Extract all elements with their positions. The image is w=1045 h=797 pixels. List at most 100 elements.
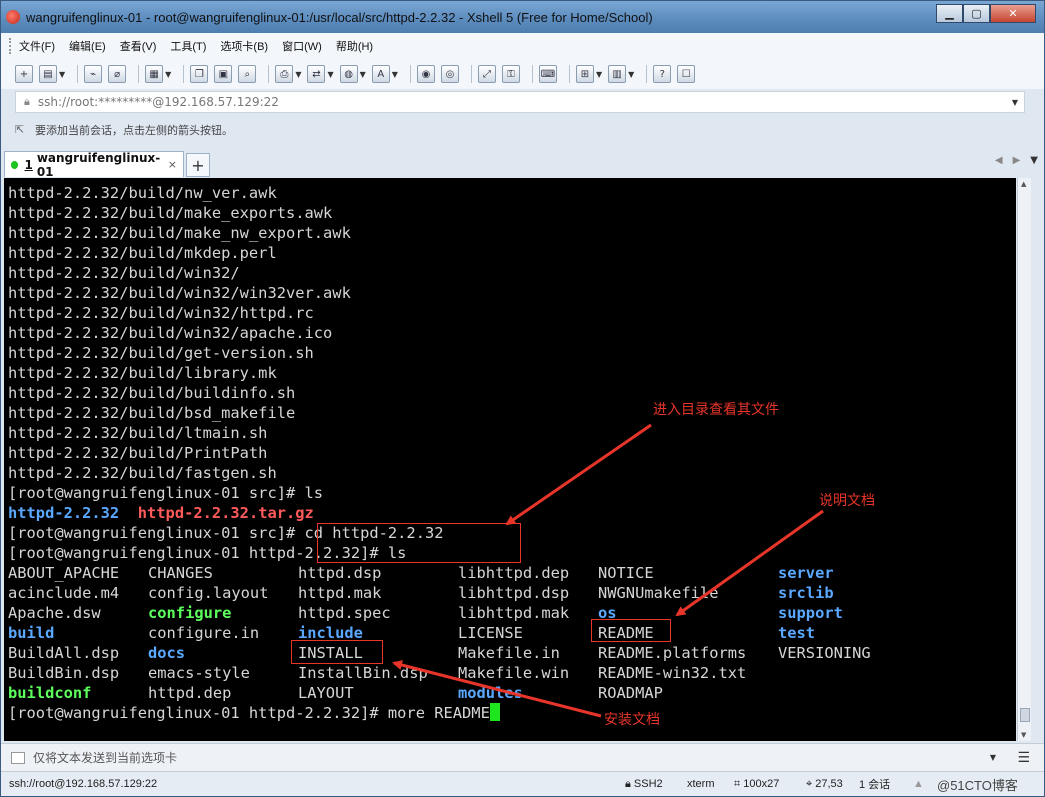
- menu-bar: 文件(F) 编辑(E) 查看(V) 工具(T) 选项卡(B) 窗口(W) 帮助(…: [1, 33, 1044, 59]
- fullscreen-icon[interactable]: ⤢: [477, 65, 496, 83]
- tab-close-icon[interactable]: ×: [168, 158, 177, 171]
- scroll-thumb[interactable]: [1020, 708, 1030, 722]
- ls-entry: acinclude.m4: [8, 584, 120, 602]
- title-bar[interactable]: wangruifenglinux-01 - root@wangruifengli…: [1, 1, 1044, 33]
- globe-icon[interactable]: ◍: [339, 65, 358, 83]
- chevron-down-icon[interactable]: ▼: [1012, 98, 1018, 107]
- menu-window[interactable]: 窗口(W): [282, 38, 322, 54]
- add-tab-button[interactable]: +: [186, 153, 210, 177]
- terminal-line: httpd-2.2.32/build/win32/win32ver.awk: [8, 284, 351, 302]
- ls-entry: LAYOUT: [298, 684, 354, 702]
- ls-entry: README-win32.txt: [598, 664, 747, 682]
- chevron-up-icon[interactable]: ▲: [1021, 180, 1026, 188]
- status-term: xterm: [687, 778, 715, 790]
- ls-entry: build: [8, 624, 55, 642]
- chat-icon[interactable]: ☐: [677, 65, 696, 83]
- transfer-icon[interactable]: ⇄: [307, 65, 326, 83]
- keyboard-icon[interactable]: ⌨: [538, 65, 557, 83]
- help-icon[interactable]: ?: [653, 65, 672, 83]
- prompt-text: [root@wangruifenglinux-01 httpd-2.2.32]#…: [8, 704, 490, 722]
- annotation-box-install: [291, 640, 383, 664]
- address-bar[interactable]: 🔒︎ ssh://root:*********@192.168.57.129:2…: [15, 91, 1025, 113]
- disconnect-icon[interactable]: ⌀: [108, 65, 127, 83]
- chevron-down-icon[interactable]: ▼: [1030, 155, 1038, 166]
- properties-icon[interactable]: ▦: [145, 65, 164, 83]
- xshell-app-icon: [6, 10, 20, 24]
- maximize-button[interactable]: ▢: [963, 4, 990, 23]
- menu-view[interactable]: 查看(V): [120, 38, 157, 54]
- connected-status-icon: [11, 160, 19, 169]
- chevron-down-icon[interactable]: ▼: [628, 70, 634, 79]
- connect-icon[interactable]: ⌁: [84, 65, 103, 83]
- chevron-down-icon[interactable]: ▼: [59, 70, 65, 79]
- compose-placeholder: 仅将文本发送到当前选项卡: [33, 751, 178, 765]
- cursor-label: 27,53: [815, 777, 843, 790]
- ls-entry: Makefile.win: [458, 664, 570, 682]
- chevron-down-icon[interactable]: ▼: [596, 70, 602, 79]
- chevron-up-icon[interactable]: ▲: [913, 778, 924, 790]
- ls-row: ABOUT_APACHE CHANGES httpd.dsp libhttpd.dep…: [8, 563, 1016, 583]
- terminal-line: httpd-2.2.32/build/mkdep.perl: [8, 244, 277, 262]
- ls-row: acinclude.m4 config.layout httpd.mak libhtt…: [8, 583, 1016, 603]
- new-tab-icon[interactable]: ⊞: [575, 65, 594, 83]
- chevron-down-icon[interactable]: ▼: [990, 753, 996, 762]
- menu-edit[interactable]: 编辑(E): [69, 38, 106, 54]
- terminal-line: httpd-2.2.32/build/win32/: [8, 264, 240, 282]
- current-prompt: [root@wangruifenglinux-01 httpd-2.2.32]#…: [8, 703, 1016, 723]
- chevron-down-icon[interactable]: ▼: [360, 70, 366, 79]
- chevron-down-icon[interactable]: ▼: [327, 70, 333, 79]
- terminal-scrollbar[interactable]: ▲ ▼: [1017, 178, 1031, 741]
- arrow-icon[interactable]: ⇱: [15, 123, 29, 137]
- chevron-down-icon[interactable]: ▼: [392, 70, 398, 79]
- compose-icon: [11, 751, 25, 764]
- chevron-down-icon[interactable]: ▼: [295, 70, 301, 79]
- toolbar-separator: [77, 65, 79, 83]
- menu-icon[interactable]: ☰: [1017, 750, 1030, 766]
- lock-icon[interactable]: ⚿: [501, 65, 520, 83]
- terminal-line: httpd-2.2.32/build/win32/httpd.rc: [8, 304, 314, 322]
- paste-icon[interactable]: ▣: [214, 65, 233, 83]
- annotation-install: 安装文档: [604, 712, 660, 728]
- print-icon[interactable]: ⎙: [275, 65, 294, 83]
- menu-tools[interactable]: 工具(T): [170, 38, 206, 54]
- status-bar: ssh://root@192.168.57.129:22 🔒︎ SSH2 xte…: [1, 771, 1044, 796]
- toolbar-separator: [470, 65, 472, 83]
- toolbar-separator: [409, 65, 411, 83]
- tab-navigation: ◀ ▶ ▼: [995, 155, 1038, 166]
- menu-tab[interactable]: 选项卡(B): [220, 38, 268, 54]
- chevron-right-icon[interactable]: ▶: [1013, 155, 1021, 166]
- chevron-down-icon[interactable]: ▼: [165, 70, 171, 79]
- address-value: ssh://root:*********@192.168.57.129:22: [37, 95, 279, 109]
- ls-entry: BuildBin.dsp: [8, 664, 120, 682]
- ls-listing: ABOUT_APACHE CHANGES httpd.dsp libhttpd.dep…: [8, 563, 1016, 703]
- ls-entry: server: [778, 564, 834, 582]
- minimize-button[interactable]: ▁: [936, 4, 963, 23]
- close-button[interactable]: ✕: [990, 4, 1036, 23]
- new-session-icon[interactable]: +: [15, 65, 33, 83]
- ls-entry: configure: [148, 604, 232, 622]
- chevron-left-icon[interactable]: ◀: [995, 155, 1003, 166]
- ls-entry: VERSIONING: [778, 644, 871, 662]
- terminal-output[interactable]: httpd-2.2.32/build/nw_ver.awk httpd-2.2.3…: [4, 178, 1016, 741]
- toolbar: + ▤ ▼ ⌁ ⌀ ▦ ▼ ❐ ▣ ⌕ ⎙ ▼ ⇄ ▼ ◍ ▼ A ▼ ◉ ◎ …: [1, 59, 1044, 89]
- menu-file[interactable]: 文件(F): [19, 38, 55, 54]
- ls-entry: Makefile.in: [458, 644, 560, 662]
- terminal-line: httpd-2.2.32/build/make_nw_export.awk: [8, 224, 351, 242]
- tab-bar: 1 wangruifenglinux-01 × + ◀ ▶ ▼: [1, 149, 1044, 179]
- ls-entry: httpd.spec: [298, 604, 391, 622]
- ls-entry: ROADMAP: [598, 684, 663, 702]
- font-icon[interactable]: A: [371, 65, 390, 83]
- watermark: @51CTO博客: [937, 777, 1018, 793]
- compose-bar[interactable]: 仅将文本发送到当前选项卡 ▼ ☰: [1, 743, 1044, 771]
- xagent-icon[interactable]: ◎: [440, 65, 459, 83]
- session-hint-bar: ⇱ 要添加当前会话，点击左侧的箭头按钮。: [15, 119, 1025, 141]
- layout-icon[interactable]: ▥: [608, 65, 627, 83]
- tab-session[interactable]: 1 wangruifenglinux-01 ×: [4, 151, 184, 179]
- xftp-icon[interactable]: ◉: [416, 65, 435, 83]
- menu-help[interactable]: 帮助(H): [336, 38, 373, 54]
- copy-icon[interactable]: ❐: [190, 65, 209, 83]
- find-icon[interactable]: ⌕: [238, 65, 257, 83]
- chevron-down-icon[interactable]: ▼: [1021, 731, 1026, 739]
- ls-entry: configure.in: [148, 624, 260, 642]
- open-folder-icon[interactable]: ▤: [39, 65, 57, 83]
